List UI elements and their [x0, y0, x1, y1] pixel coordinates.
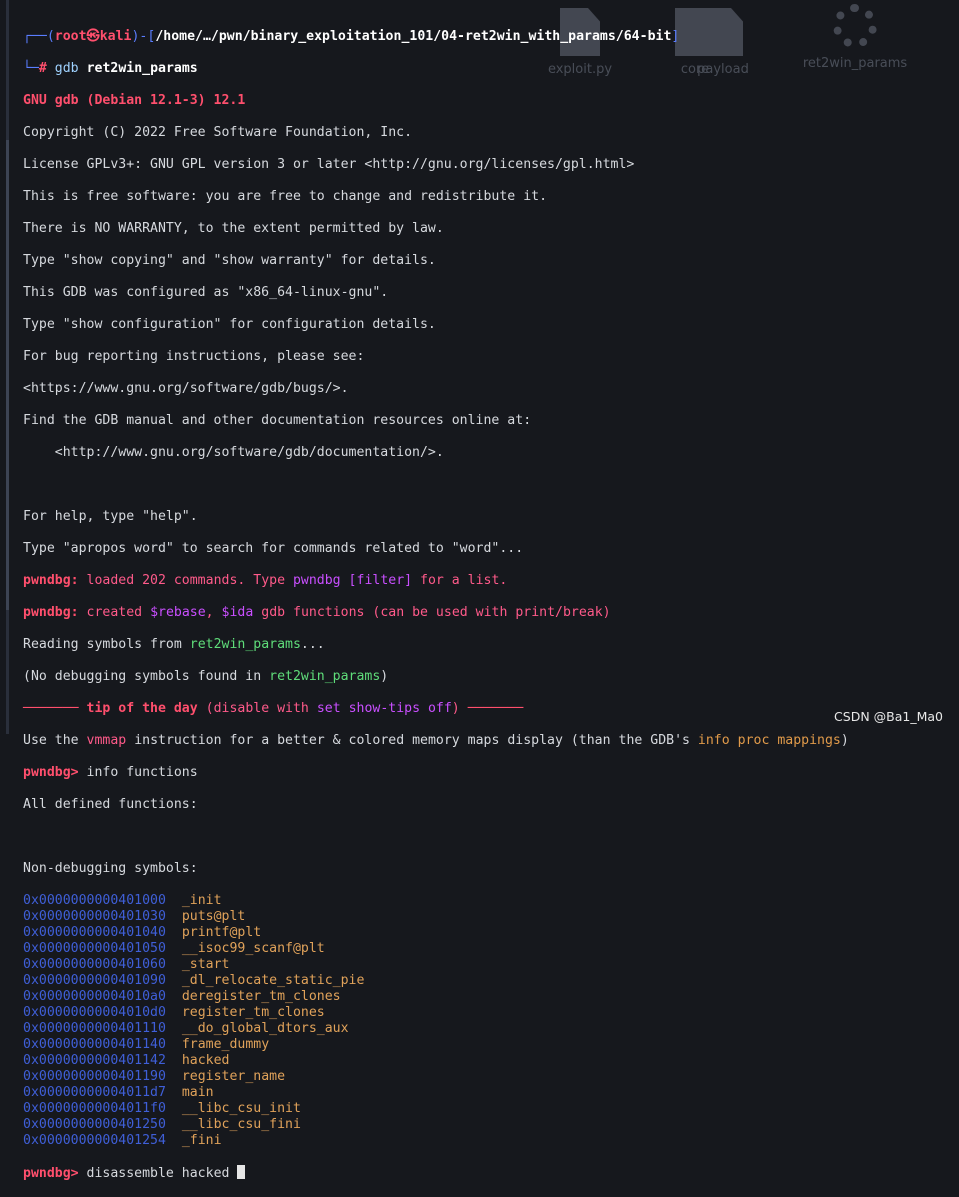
- symbol-address: 0x0000000000401030: [23, 909, 166, 924]
- all-defined-functions: All defined functions:: [23, 797, 198, 812]
- symbol-address: 0x0000000000401040: [23, 925, 166, 940]
- symbol-row: 0x00000000004011f0 __libc_csu_init: [23, 1101, 959, 1117]
- symbol-name: printf@plt: [181, 925, 262, 940]
- symbol-name: __libc_csu_fini: [181, 1117, 301, 1132]
- symbol-address: 0x0000000000401000: [23, 893, 166, 908]
- symbol-row: 0x0000000000401140 frame_dummy: [23, 1037, 959, 1053]
- pwndbg-loaded-line: pwndbg: loaded 202 commands. Type pwndbg…: [23, 573, 508, 588]
- prompt-symbol: ㉿: [86, 29, 100, 44]
- symbol-row: 0x0000000000401190 register_name: [23, 1069, 959, 1085]
- symbol-name: deregister_tm_clones: [181, 989, 341, 1004]
- non-debugging-symbols: Non-debugging symbols:: [23, 861, 198, 876]
- terminal-output[interactable]: ┌──(root㉿kali)-[/home/…/pwn/binary_explo…: [0, 0, 959, 1181]
- symbol-name: puts@plt: [181, 909, 246, 924]
- symbol-address: 0x0000000000401190: [23, 1069, 166, 1084]
- symbol-name: __libc_csu_init: [181, 1101, 301, 1116]
- symbol-address: 0x0000000000401142: [23, 1053, 166, 1068]
- symbol-address: 0x00000000004010a0: [23, 989, 166, 1004]
- gdb-line: [23, 477, 959, 493]
- symbol-name: __isoc99_scanf@plt: [181, 941, 325, 956]
- command-input[interactable]: disassemble hacked: [87, 1166, 230, 1181]
- symbol-name: _dl_relocate_static_pie: [181, 973, 365, 988]
- symbol-name: frame_dummy: [181, 1037, 270, 1052]
- shell-command-arg: ret2win_params: [86, 61, 198, 76]
- pwndbg-prompt-line: pwndbg> info functions: [23, 765, 198, 780]
- gdb-line: <http://www.gnu.org/software/gdb/documen…: [23, 445, 444, 460]
- shell-command-line: └─# gdb ret2win_params: [23, 61, 198, 76]
- symbol-name: _init: [181, 893, 222, 908]
- symbol-name: __do_global_dtors_aux: [181, 1021, 349, 1036]
- symbol-address: 0x0000000000401254: [23, 1133, 166, 1148]
- symbol-address: 0x0000000000401110: [23, 1021, 166, 1036]
- symbol-address: 0x00000000004011f0: [23, 1101, 166, 1116]
- symbol-row: 0x0000000000401090 _dl_relocate_static_p…: [23, 973, 959, 989]
- gdb-line: There is NO WARRANTY, to the extent perm…: [23, 221, 444, 236]
- gdb-line: <https://www.gnu.org/software/gdb/bugs/>…: [23, 381, 349, 396]
- symbol-list: 0x0000000000401000 _init 0x00000000004010…: [23, 893, 959, 1149]
- no-debug-symbols-line: (No debugging symbols found in ret2win_p…: [23, 669, 389, 684]
- tip-of-the-day-header: ─────── tip of the day (disable with set…: [23, 701, 524, 716]
- symbol-row: 0x0000000000401030 puts@plt: [23, 909, 959, 925]
- symbol-row: 0x0000000000401050 __isoc99_scanf@plt: [23, 941, 959, 957]
- symbol-address: 0x00000000004011d7: [23, 1085, 166, 1100]
- symbol-address: 0x00000000004010d0: [23, 1005, 166, 1020]
- symbol-name: hacked: [181, 1053, 230, 1068]
- symbol-name: _fini: [181, 1133, 222, 1148]
- gdb-line: Type "apropos word" to search for comman…: [23, 541, 524, 556]
- tip-of-the-day-text: Use the vmmap instruction for a better &…: [23, 733, 849, 748]
- symbol-name: register_name: [181, 1069, 286, 1084]
- symbol-address: 0x0000000000401250: [23, 1117, 166, 1132]
- gdb-line: Find the GDB manual and other documentat…: [23, 413, 532, 428]
- symbol-row: 0x00000000004010a0 deregister_tm_clones: [23, 989, 959, 1005]
- gdb-line: Type "show configuration" for configurat…: [23, 317, 436, 332]
- symbol-row: 0x0000000000401060 _start: [23, 957, 959, 973]
- prompt-path: /home/…/pwn/binary_exploitation_101/04-r…: [155, 29, 672, 44]
- symbol-row: 0x0000000000401254 _fini: [23, 1133, 959, 1149]
- text-cursor: [237, 1165, 246, 1179]
- symbol-row: 0x0000000000401110 __do_global_dtors_aux: [23, 1021, 959, 1037]
- gdb-line: This GDB was configured as "x86_64-linux…: [23, 285, 389, 300]
- typed-command: info functions: [86, 765, 198, 780]
- symbol-row: 0x00000000004011d7 main: [23, 1085, 959, 1101]
- gdb-line: This is free software: you are free to c…: [23, 189, 548, 204]
- symbol-row: 0x0000000000401142 hacked: [23, 1053, 959, 1069]
- prompt-host: kali: [99, 29, 132, 44]
- symbol-name: main: [181, 1085, 214, 1100]
- shell-command: gdb: [54, 61, 79, 76]
- symbol-address: 0x0000000000401090: [23, 973, 166, 988]
- watermark: CSDN @Ba1_Ma0: [834, 709, 943, 724]
- symbol-name: register_tm_clones: [181, 1005, 325, 1020]
- symbol-row: 0x0000000000401000 _init: [23, 893, 959, 909]
- pwndbg-input-line[interactable]: pwndbg> disassemble hacked: [23, 1165, 959, 1181]
- symbol-row: 0x0000000000401040 printf@plt: [23, 925, 959, 941]
- gdb-line: Type "show copying" and "show warranty" …: [23, 253, 436, 268]
- symbol-address: 0x0000000000401060: [23, 957, 166, 972]
- gdb-line: Copyright (C) 2022 Free Software Foundat…: [23, 125, 413, 140]
- symbol-address: 0x0000000000401140: [23, 1037, 166, 1052]
- gdb-line: License GPLv3+: GNU GPL version 3 or lat…: [23, 157, 635, 172]
- prompt-hash: #: [38, 61, 47, 76]
- gdb-line: For help, type "help".: [23, 509, 198, 524]
- symbol-name: _start: [181, 957, 230, 972]
- symbol-row: 0x00000000004010d0 register_tm_clones: [23, 1005, 959, 1021]
- symbol-row: 0x0000000000401250 __libc_csu_fini: [23, 1117, 959, 1133]
- shell-prompt-line: ┌──(root㉿kali)-[/home/…/pwn/binary_explo…: [23, 29, 680, 44]
- symbol-address: 0x0000000000401050: [23, 941, 166, 956]
- gdb-line: For bug reporting instructions, please s…: [23, 349, 365, 364]
- prompt-user: root: [54, 29, 87, 44]
- gdb-banner: GNU gdb (Debian 12.1-3) 12.1: [23, 93, 246, 108]
- pwndbg-created-line: pwndbg: created $rebase, $ida gdb functi…: [23, 605, 611, 620]
- reading-symbols-line: Reading symbols from ret2win_params...: [23, 637, 325, 652]
